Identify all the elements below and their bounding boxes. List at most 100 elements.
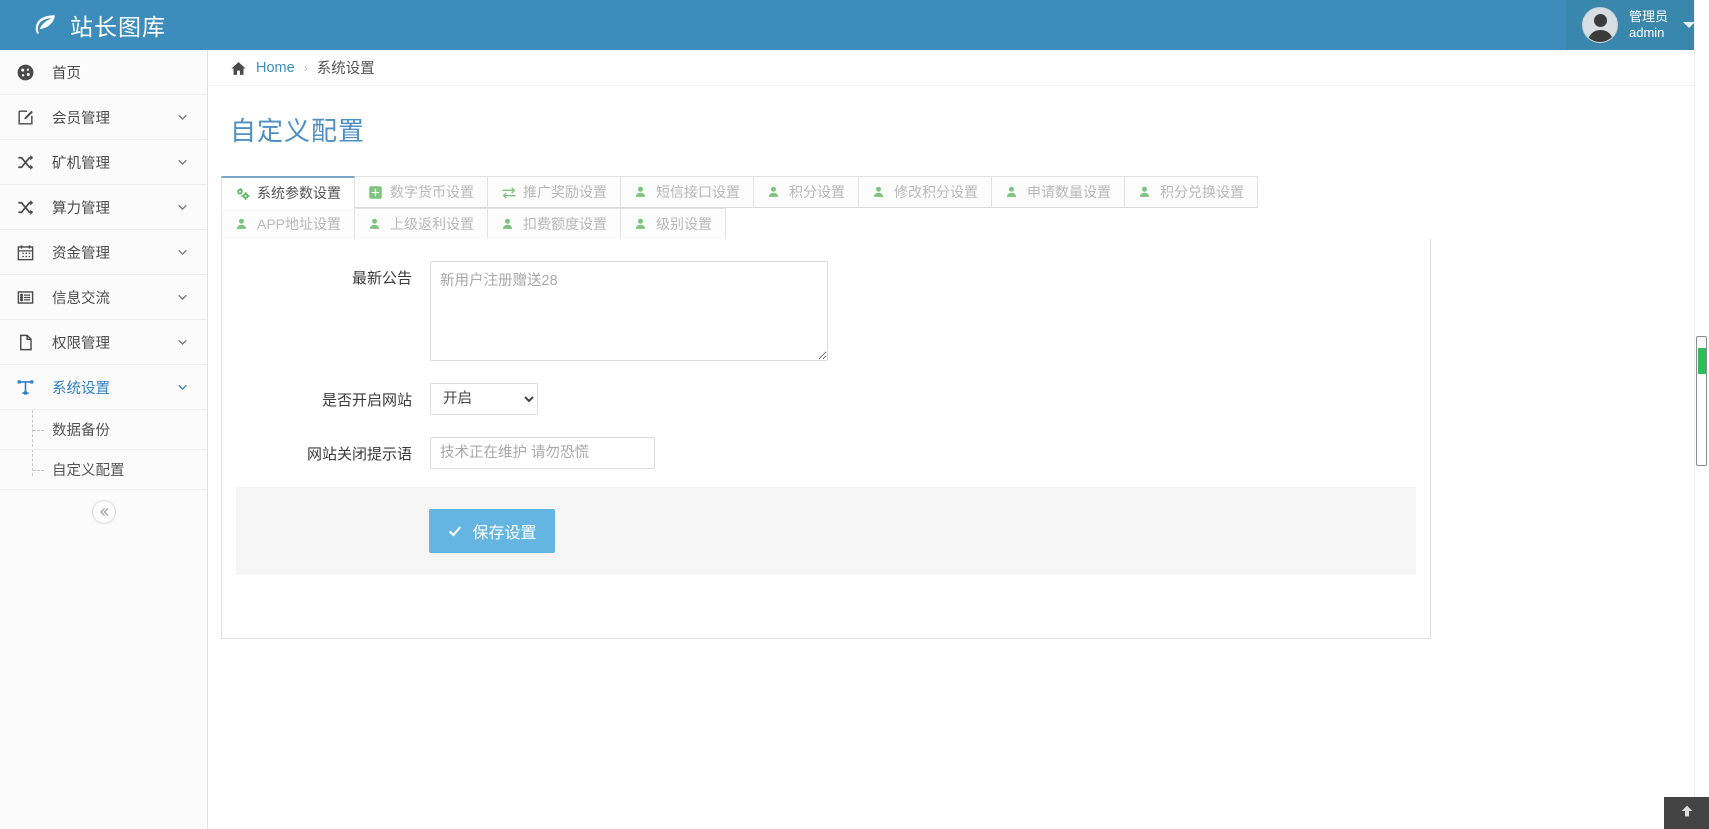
user-menu[interactable]: 管理员 admin — [1565, 0, 1709, 50]
chevron-down-icon[interactable] — [176, 111, 189, 124]
brand-title: 站长图库 — [70, 14, 166, 40]
tabs-container: 系统参数设置 数字货币设置 推广奖励设置 短信接口设置 积分设置 修改积分设置 … — [209, 148, 1439, 240]
sidebar-item-label: 矿机管理 — [52, 155, 110, 172]
page-title: 自定义配置 — [230, 116, 366, 146]
exchange-icon — [501, 185, 516, 199]
user-icon — [872, 185, 887, 199]
main-content: Home › 系统设置 自定义配置 系统参数设置 数字货币设置 推广奖励设置 短… — [209, 50, 1709, 829]
save-button-label: 保存设置 — [472, 525, 537, 542]
announcement-textarea[interactable] — [430, 261, 828, 361]
dashboard-icon — [16, 62, 42, 82]
sidebar: 首页 会员管理 矿机管理 算力管理 资金管理 信息交流 权限管理 系统设置 数据… — [0, 50, 208, 829]
check-icon — [447, 523, 463, 539]
tab-sms-interface[interactable]: 短信接口设置 — [620, 176, 754, 208]
chevron-down-icon[interactable] — [176, 381, 189, 394]
chevron-down-icon[interactable] — [176, 156, 189, 169]
leaf-icon — [32, 12, 58, 38]
tab-label: 积分兑换设置 — [1160, 184, 1244, 200]
tab-label: 申请数量设置 — [1027, 184, 1111, 200]
sidebar-item-info-exchange[interactable]: 信息交流 — [0, 275, 207, 320]
list-icon — [16, 287, 42, 307]
calendar-icon — [16, 242, 42, 262]
back-to-top-button[interactable] — [1664, 797, 1709, 829]
tab-promotion-reward[interactable]: 推广奖励设置 — [487, 176, 621, 208]
breadcrumb-current: 系统设置 — [316, 61, 375, 77]
announcement-label: 最新公告 — [351, 270, 412, 287]
sidebar-subitem-data-backup[interactable]: 数据备份 — [0, 410, 207, 450]
breadcrumb-home-link[interactable]: Home — [256, 60, 295, 76]
tab-label: 修改积分设置 — [894, 184, 978, 200]
user-icon — [634, 185, 649, 199]
tab-apply-quantity[interactable]: 申请数量设置 — [991, 176, 1125, 208]
site-enabled-label: 是否开启网站 — [321, 392, 412, 409]
breadcrumb-separator: › — [303, 60, 308, 75]
tab-label: 上级返利设置 — [390, 216, 475, 232]
tab-label: 数字货币设置 — [390, 184, 474, 200]
sidebar-item-fund-mgmt[interactable]: 资金管理 — [0, 230, 207, 275]
tab-digital-currency[interactable]: 数字货币设置 — [354, 176, 488, 208]
page-scrollbar[interactable] — [1694, 0, 1709, 829]
sidebar-item-hashrate-mgmt[interactable]: 算力管理 — [0, 185, 207, 230]
tab-deduction-limit[interactable]: 扣费额度设置 — [487, 208, 622, 240]
user-icon — [634, 217, 649, 231]
user-username: admin — [1628, 25, 1665, 40]
tab-system-params[interactable]: 系统参数设置 — [221, 176, 355, 209]
closed-notice-label: 网站关闭提示语 — [306, 446, 412, 463]
sidebar-submenu: 数据备份 自定义配置 — [0, 410, 207, 490]
user-icon — [1138, 185, 1153, 199]
user-icon — [368, 217, 383, 231]
user-info: 管理员 admin — [1629, 9, 1668, 40]
gears-icon — [235, 186, 250, 200]
sidebar-item-permission-mgmt[interactable]: 权限管理 — [0, 320, 207, 365]
breadcrumb: Home › 系统设置 — [209, 50, 1709, 86]
chevron-down-icon[interactable] — [176, 291, 189, 304]
brand-logo[interactable]: 站长图库 — [0, 0, 208, 50]
tabs-row-1: 系统参数设置 数字货币设置 推广奖励设置 短信接口设置 积分设置 修改积分设置 … — [221, 176, 1439, 209]
sidebar-item-system-settings[interactable]: 系统设置 — [0, 365, 207, 410]
tab-level-settings[interactable]: 级别设置 — [620, 208, 727, 240]
tab-label: 级别设置 — [656, 216, 713, 232]
user-icon — [1005, 185, 1020, 199]
chevron-down-icon[interactable] — [176, 336, 189, 349]
tab-label: 推广奖励设置 — [523, 184, 607, 200]
tab-points-exchange[interactable]: 积分兑换设置 — [1124, 176, 1258, 208]
site-enabled-select[interactable]: 开启 关闭 — [430, 383, 538, 415]
tab-label: 积分设置 — [789, 184, 845, 200]
back-to-top-icon — [1679, 803, 1695, 824]
tab-label: APP地址设置 — [257, 216, 342, 232]
sidebar-subitem-custom-config[interactable]: 自定义配置 — [0, 450, 207, 490]
tab-points-settings[interactable]: 积分设置 — [753, 176, 859, 208]
sidebar-item-label: 权限管理 — [52, 335, 110, 352]
home-icon — [230, 60, 247, 75]
sidebar-collapse-row — [0, 490, 207, 534]
save-button[interactable]: 保存设置 — [429, 509, 555, 553]
form-row-closed-notice: 网站关闭提示语 — [222, 415, 1430, 469]
tab-modify-points[interactable]: 修改积分设置 — [858, 176, 992, 208]
double-chevron-left-icon[interactable] — [91, 500, 116, 524]
chevron-down-icon[interactable] — [176, 201, 189, 214]
text-tool-icon — [16, 377, 42, 397]
tab-label: 系统参数设置 — [257, 185, 341, 201]
sidebar-item-label: 算力管理 — [52, 200, 110, 217]
top-header-bar: 站长图库 管理员 admin — [0, 0, 1709, 50]
plus-square-icon — [368, 185, 383, 199]
sidebar-item-member-mgmt[interactable]: 会员管理 — [0, 95, 207, 140]
panel-footer: 保存设置 — [236, 487, 1416, 575]
closed-notice-input[interactable] — [430, 437, 655, 469]
form-row-announcement: 最新公告 — [222, 239, 1430, 361]
sidebar-item-label: 系统设置 — [52, 380, 110, 397]
sidebar-item-home[interactable]: 首页 — [0, 50, 207, 95]
scrollbar-thumb[interactable] — [1698, 348, 1706, 374]
tabs-row-2: APP地址设置 上级返利设置 扣费额度设置 级别设置 — [221, 208, 1439, 240]
sidebar-item-label: 信息交流 — [52, 290, 110, 307]
chevron-down-icon[interactable] — [176, 246, 189, 259]
form-row-site-enabled: 是否开启网站 开启 关闭 — [222, 361, 1430, 415]
shuffle-icon — [16, 197, 42, 217]
tab-upline-rebate[interactable]: 上级返利设置 — [354, 208, 489, 240]
user-display-name: 管理员 — [1628, 9, 1668, 25]
settings-panel: 最新公告 是否开启网站 开启 关闭 网站关闭提示语 保存设置 — [221, 239, 1431, 639]
sidebar-item-miner-mgmt[interactable]: 矿机管理 — [0, 140, 207, 185]
user-icon — [235, 217, 250, 231]
file-icon — [16, 332, 42, 352]
tab-app-address[interactable]: APP地址设置 — [221, 208, 356, 240]
